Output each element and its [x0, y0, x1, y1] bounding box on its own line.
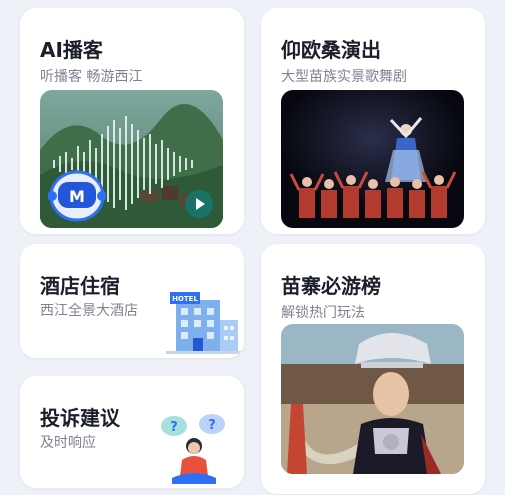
- ai-podcast-image: M: [40, 90, 223, 228]
- ai-podcast-card[interactable]: AI播客 听播客 畅游西江 M: [20, 8, 244, 234]
- complaint-card[interactable]: 投诉建议 及时响应 ? ?: [20, 376, 244, 488]
- hotel-subtitle: 西江全景大酒店: [40, 303, 138, 319]
- hotel-sign-text: HOTEL: [172, 295, 198, 303]
- hotel-card[interactable]: 酒店住宿 西江全景大酒店 HOTEL: [20, 244, 244, 358]
- svg-text:?: ?: [170, 420, 178, 435]
- question-person-icon: ? ?: [161, 414, 225, 484]
- must-visit-subtitle: 解锁热门玩法: [281, 305, 365, 321]
- ai-podcast-title: AI播客: [40, 38, 103, 62]
- robot-mascot-icon: M: [48, 170, 106, 222]
- complaint-title: 投诉建议: [40, 406, 120, 430]
- performance-image: [281, 90, 464, 228]
- svg-text:M: M: [69, 187, 85, 206]
- must-visit-title: 苗寨必游榜: [281, 274, 381, 298]
- hotel-title: 酒店住宿: [40, 274, 120, 298]
- complaint-subtitle: 及时响应: [40, 435, 96, 451]
- yang-ou-sang-card[interactable]: 仰欧桑演出 大型苗族实景歌舞剧: [261, 8, 485, 234]
- play-icon[interactable]: [185, 190, 213, 218]
- yang-ou-sang-title: 仰欧桑演出: [281, 38, 381, 62]
- miao-woman-image: [281, 324, 464, 474]
- ai-podcast-subtitle: 听播客 畅游西江: [40, 69, 143, 85]
- hotel-building-icon: HOTEL: [166, 292, 242, 354]
- svg-text:?: ?: [208, 418, 216, 433]
- yang-ou-sang-subtitle: 大型苗族实景歌舞剧: [281, 69, 407, 85]
- must-visit-card[interactable]: 苗寨必游榜 解锁热门玩法: [261, 244, 485, 494]
